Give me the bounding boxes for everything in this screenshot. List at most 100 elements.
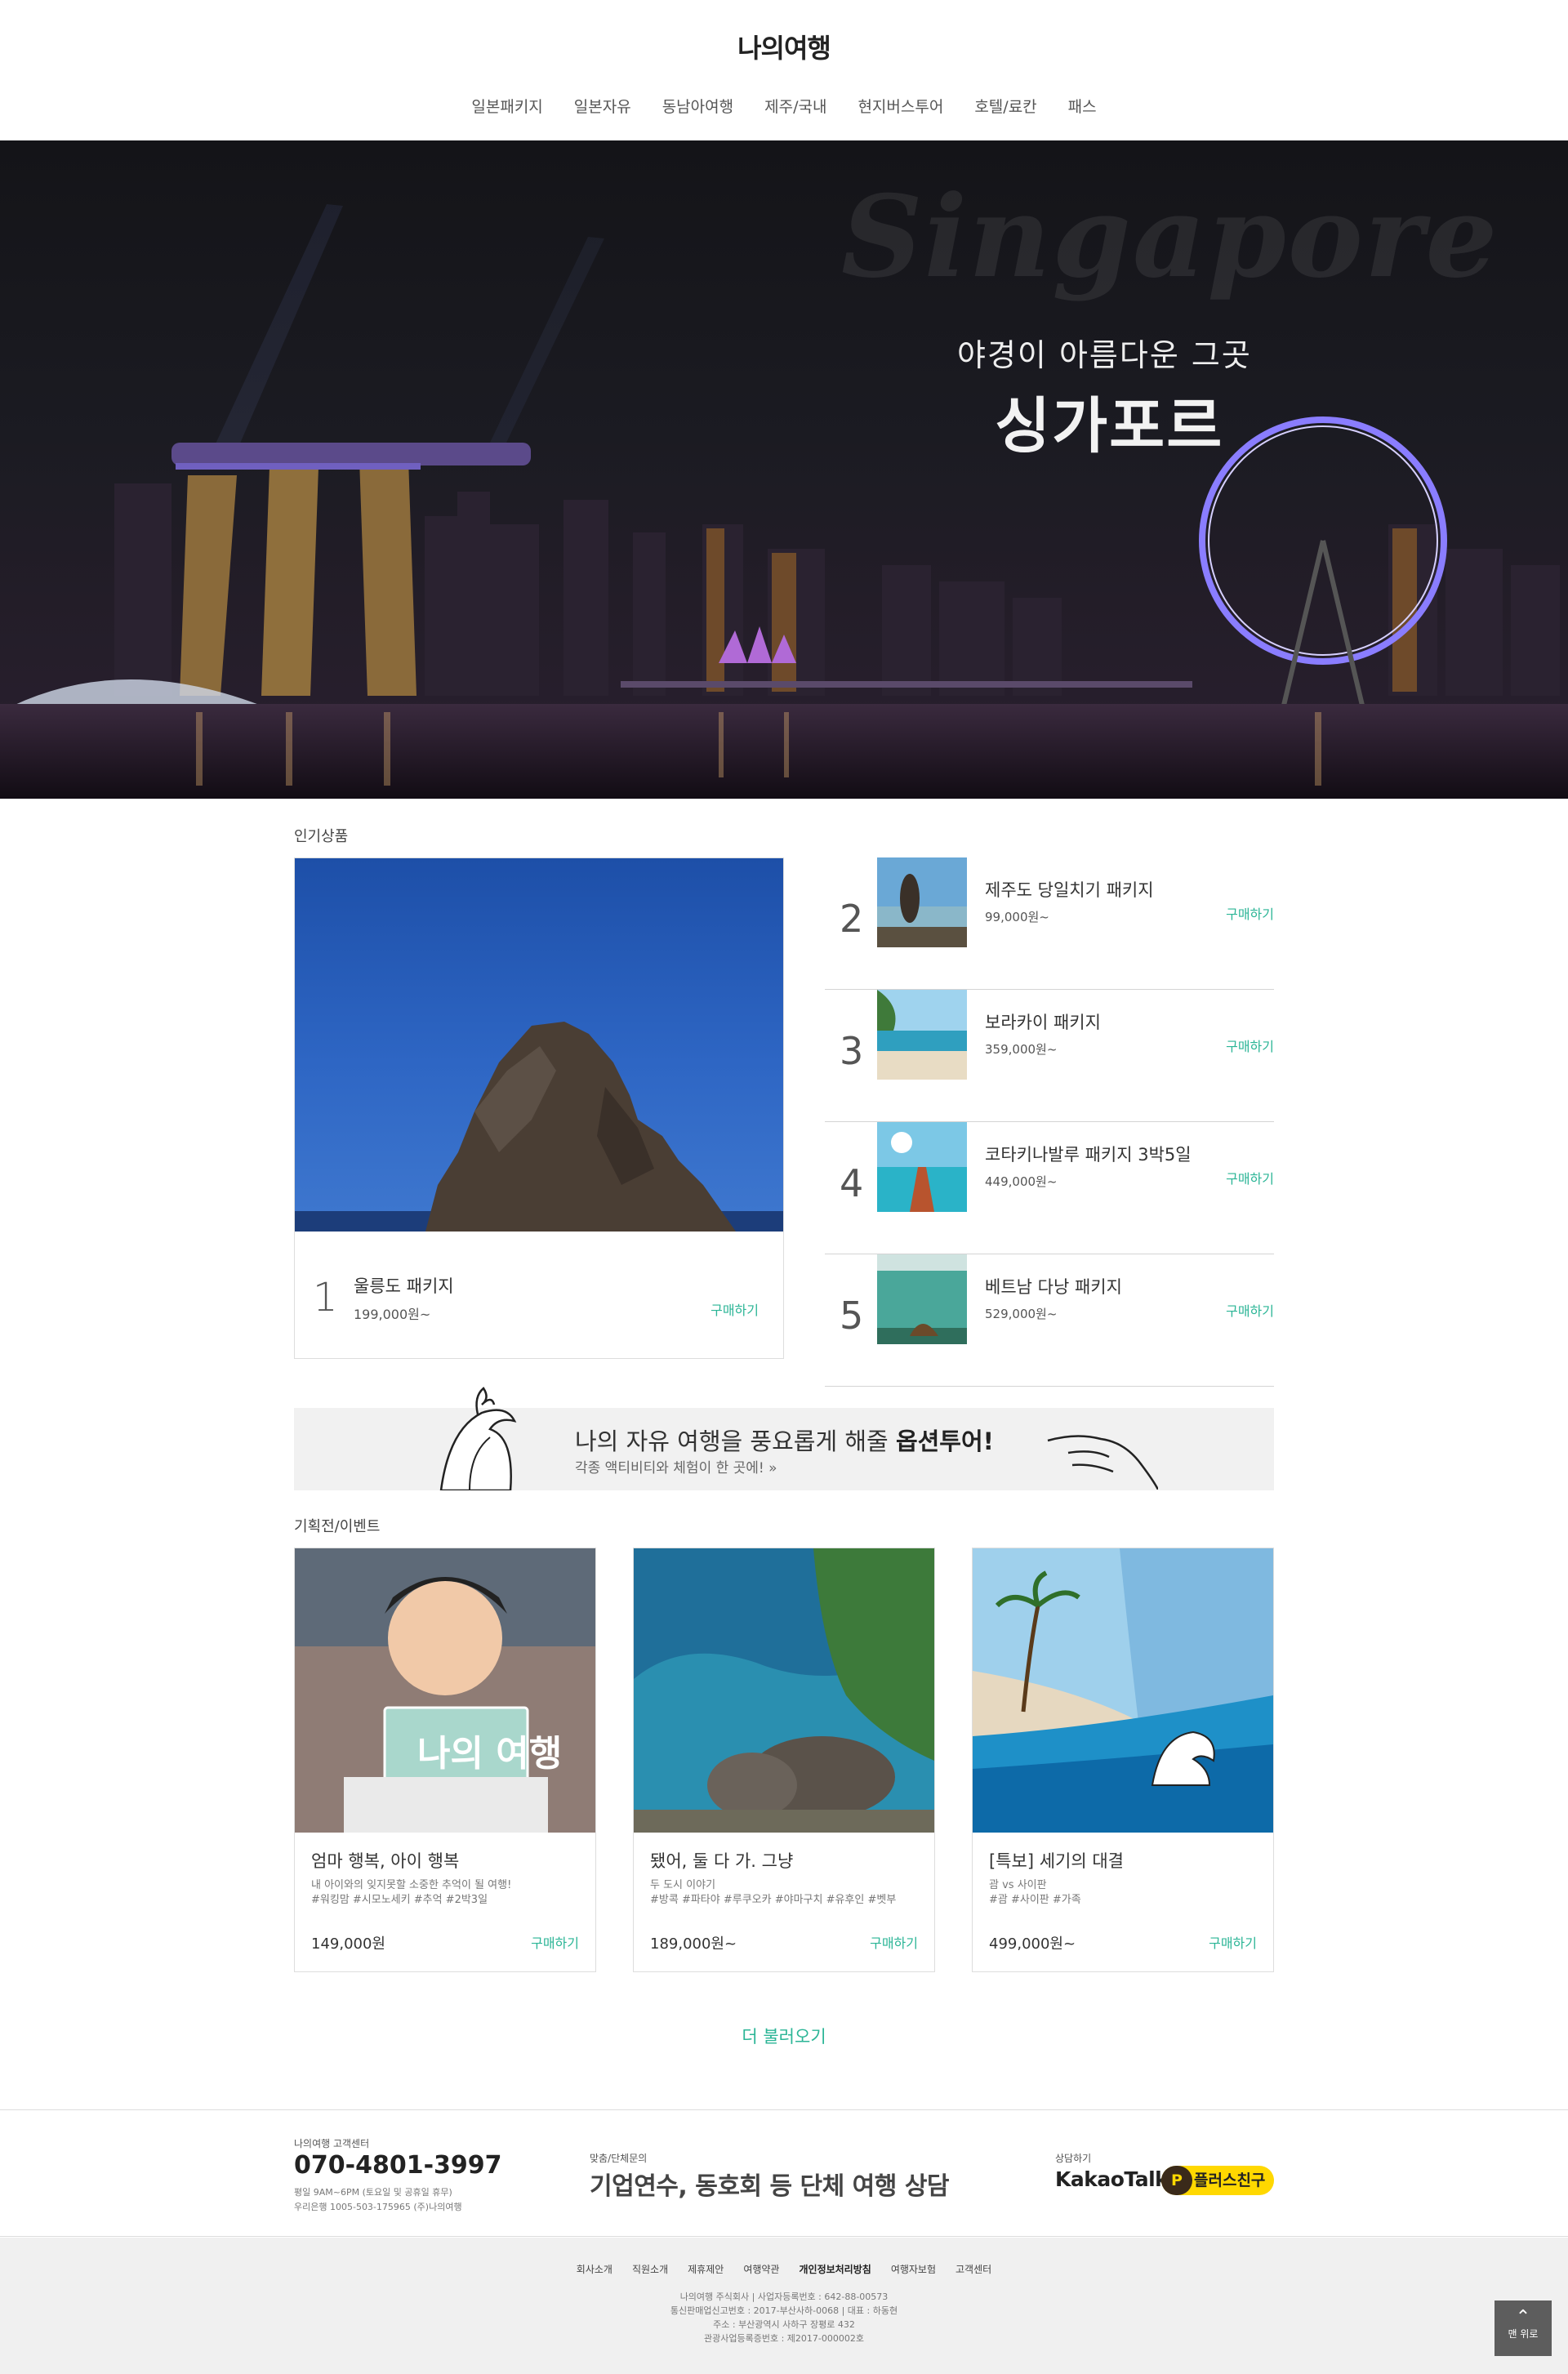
popular-section-title: 인기상품 [294,828,349,845]
popular-rank: 5 [840,1294,864,1338]
popular-product-price: 99,000원~ [985,910,1049,924]
nav-item-bus-tour[interactable]: 현지버스투어 [842,95,959,117]
footer-company-info: 나의여행 주식회사 | 사업자등록번호 : 642-88-00573 통신판매업… [0,2290,1568,2345]
event-description-line: 괌 vs 사이판 [989,1879,1047,1891]
event-card[interactable]: 됐어, 둘 다 가. 그냥 두 도시 이야기 #방콕 #파타야 #루쿠오카 #야마… [633,1548,935,1972]
banner-title-text: 나의 자유 여행을 풍요롭게 해줄 [575,1428,896,1455]
footer-link-partnership[interactable]: 제휴제안 [678,2262,733,2276]
footer-customer-service: 나의여행 고객센터 070-4801-3997 평일 9AM~6PM (토요일 … [0,2109,1568,2237]
popular-list-item[interactable]: 3 보라카이 패키지 359,000원~ 구매하기 [825,990,1274,1122]
buy-button[interactable]: 구매하기 [1226,903,1274,923]
event-description-line: 내 아이와의 잊지못할 소중한 추억이 될 여행! [311,1879,512,1891]
footer-info-line: 주소 : 부산광역시 사하구 장평로 432 [713,2319,855,2330]
wave-illustration-icon [439,1387,517,1490]
event-sign-text: 나의 여행 [417,1733,563,1775]
event-hashtags: #워킹맘 #시모노세키 #추억 #2박3일 [311,1894,488,1906]
banner-subtitle-text: 각종 액티비티와 체험이 한 곳에! [575,1460,764,1477]
popular-rank: 3 [840,1029,864,1073]
event-hashtags: #방콕 #파타야 #루쿠오카 #야마구치 #유후인 #벳부 [650,1894,897,1906]
event-hashtags: #괌 #사이판 #가족 [989,1894,1081,1906]
event-child-image: 나의 여행 [295,1548,595,1833]
nav-item-japan-free[interactable]: 일본자유 [559,95,647,117]
event-card[interactable]: 나의 여행 엄마 행복, 아이 행복 내 아이와의 잊지못할 소중한 추억이 될… [294,1548,596,1972]
footer-link-company[interactable]: 회사소개 [567,2262,622,2276]
event-beach-image [973,1548,1273,1833]
popular-product-name[interactable]: 베트남 다낭 패키지 [985,1274,1122,1298]
event-name[interactable]: 됐어, 둘 다 가. 그냥 [650,1848,793,1873]
cs-label: 나의여행 고객센터 [294,2138,370,2149]
popular-product-price: 449,000원~ [985,1174,1058,1189]
popular-product-name[interactable]: 제주도 당일치기 패키지 [985,877,1154,902]
footer-link-insurance[interactable]: 여행자보험 [881,2262,946,2276]
event-card[interactable]: [특보] 세기의 대결 괌 vs 사이판 #괌 #사이판 #가족 499,000원… [972,1548,1274,1972]
banner-subtitle: 각종 액티비티와 체험이 한 곳에! » [575,1456,777,1477]
footer-link-privacy[interactable]: 개인정보처리방침 [789,2262,880,2276]
group-inquiry-title[interactable]: 기업연수, 동호회 등 단체 여행 상담 [590,2166,950,2202]
popular-product-name[interactable]: 코타키나발루 패키지 3박5일 [985,1142,1192,1166]
event-name[interactable]: 엄마 행복, 아이 행복 [311,1848,459,1873]
popular-rank: 2 [840,897,864,941]
buy-button[interactable]: 구매하기 [710,1299,759,1319]
cs-info: 평일 9AM~6PM (토요일 및 공휴일 휴무) 우리은행 1005-503-1… [294,2185,462,2215]
main-nav: 일본패키지 일본자유 동남아여행 제주/국내 현지버스투어 호텔/료칸 패스 [0,95,1568,117]
group-inquiry-label: 맞춤/단체문의 [590,2153,648,2164]
site-logo[interactable]: 나의여행 [0,28,1568,65]
option-tour-banner[interactable]: 나의 자유 여행을 풍요롭게 해줄 옵션투어! 각종 액티비티와 체험이 한 곳… [294,1387,1274,1490]
event-description: 괌 vs 사이판 #괌 #사이판 #가족 [989,1878,1258,1908]
banner-title: 나의 자유 여행을 풍요롭게 해줄 옵션투어! [575,1423,994,1457]
event-name[interactable]: [특보] 세기의 대결 [989,1848,1124,1873]
buy-button[interactable]: 구매하기 [1226,1300,1274,1320]
danang-thumbnail-image [877,1254,967,1344]
plus-friend-button[interactable]: P 플러스친구 [1161,2166,1274,2195]
double-chevron-right-icon: » [768,1460,777,1477]
hero-title: 싱가포르 [995,391,1224,461]
footer-link-terms[interactable]: 여행약관 [733,2262,789,2276]
hero-script-text: Singapore [841,170,1499,303]
footer-link-support[interactable]: 고객센터 [946,2262,1001,2276]
scroll-top-button[interactable]: ⌃ 맨 위로 [1494,2301,1552,2356]
banner-title-bold: 옵션투어! [895,1428,994,1455]
nav-item-japan-package[interactable]: 일본패키지 [456,95,558,117]
nav-item-hotel-ryokan[interactable]: 호텔/료칸 [959,95,1052,117]
footer-info-line: 통신판매업신고번호 : 2017-부산사하-0068 | 대표 : 하동현 [670,2305,898,2316]
popular-product-price: 529,000원~ [985,1307,1058,1321]
popular-list-item[interactable]: 5 베트남 다낭 패키지 529,000원~ 구매하기 [825,1254,1274,1387]
event-description-line: 두 도시 이야기 [650,1879,716,1891]
cs-hours: 평일 9AM~6PM (토요일 및 공휴일 휴무) [294,2187,452,2198]
popular-list-item[interactable]: 2 제주도 당일치기 패키지 99,000원~ 구매하기 [825,857,1274,990]
load-more-button[interactable]: 더 불러오기 [0,2024,1568,2048]
site-header: 나의여행 일본패키지 일본자유 동남아여행 제주/국내 현지버스투어 호텔/료칸… [0,0,1568,140]
event-price: 149,000원 [311,1935,385,1953]
event-elephant-image [634,1548,934,1833]
buy-button[interactable]: 구매하기 [531,1932,579,1952]
popular-rank: 4 [840,1161,864,1205]
event-price: 499,000원~ [989,1935,1076,1953]
nav-item-pass[interactable]: 패스 [1053,95,1112,117]
event-price: 189,000원~ [650,1935,737,1953]
consult-label: 상담하기 [1055,2153,1092,2164]
hero-banner[interactable]: Singapore 야경이 아름다운 그곳 싱가포르 [0,140,1568,799]
kota-kinabalu-thumbnail-image [877,1122,967,1212]
buy-button[interactable]: 구매하기 [870,1932,918,1952]
buy-button[interactable]: 구매하기 [1226,1168,1274,1187]
buy-button[interactable]: 구매하기 [1209,1932,1257,1952]
hero-subtitle: 야경이 아름다운 그곳 [957,337,1252,373]
popular-product-price: 359,000원~ [985,1042,1058,1057]
nav-item-southeast-asia[interactable]: 동남아여행 [647,95,749,117]
cs-bank-account: 우리은행 1005-503-175965 (주)나의여행 [294,2202,462,2212]
popular-product-name[interactable]: 보라카이 패키지 [985,1009,1101,1034]
kakaotalk-logo[interactable]: KakaoTalk [1055,2167,1169,2191]
plus-friend-label: 플러스친구 [1194,2171,1266,2189]
site-footer: 회사소개 직원소개 제휴제안 여행약관 개인정보처리방침 여행자보험 고객센터 … [0,2238,1568,2374]
popular-list-item[interactable]: 4 코타키나발루 패키지 3박5일 449,000원~ 구매하기 [825,1122,1274,1254]
ulleungdo-rock-image [295,858,783,1232]
chevron-up-icon: ⌃ [1515,2307,1531,2327]
cs-phone-number[interactable]: 070-4801-3997 [294,2151,502,2180]
nav-item-jeju-domestic[interactable]: 제주/국내 [749,95,842,117]
popular-main-card[interactable]: 1 울릉도 패키지 199,000원~ 구매하기 [294,857,784,1359]
footer-link-staff[interactable]: 직원소개 [622,2262,678,2276]
scroll-top-label: 맨 위로 [1508,2328,1539,2340]
buy-button[interactable]: 구매하기 [1226,1036,1274,1055]
popular-product-name[interactable]: 울릉도 패키지 [354,1273,454,1298]
hand-illustration-icon [1047,1435,1158,1490]
